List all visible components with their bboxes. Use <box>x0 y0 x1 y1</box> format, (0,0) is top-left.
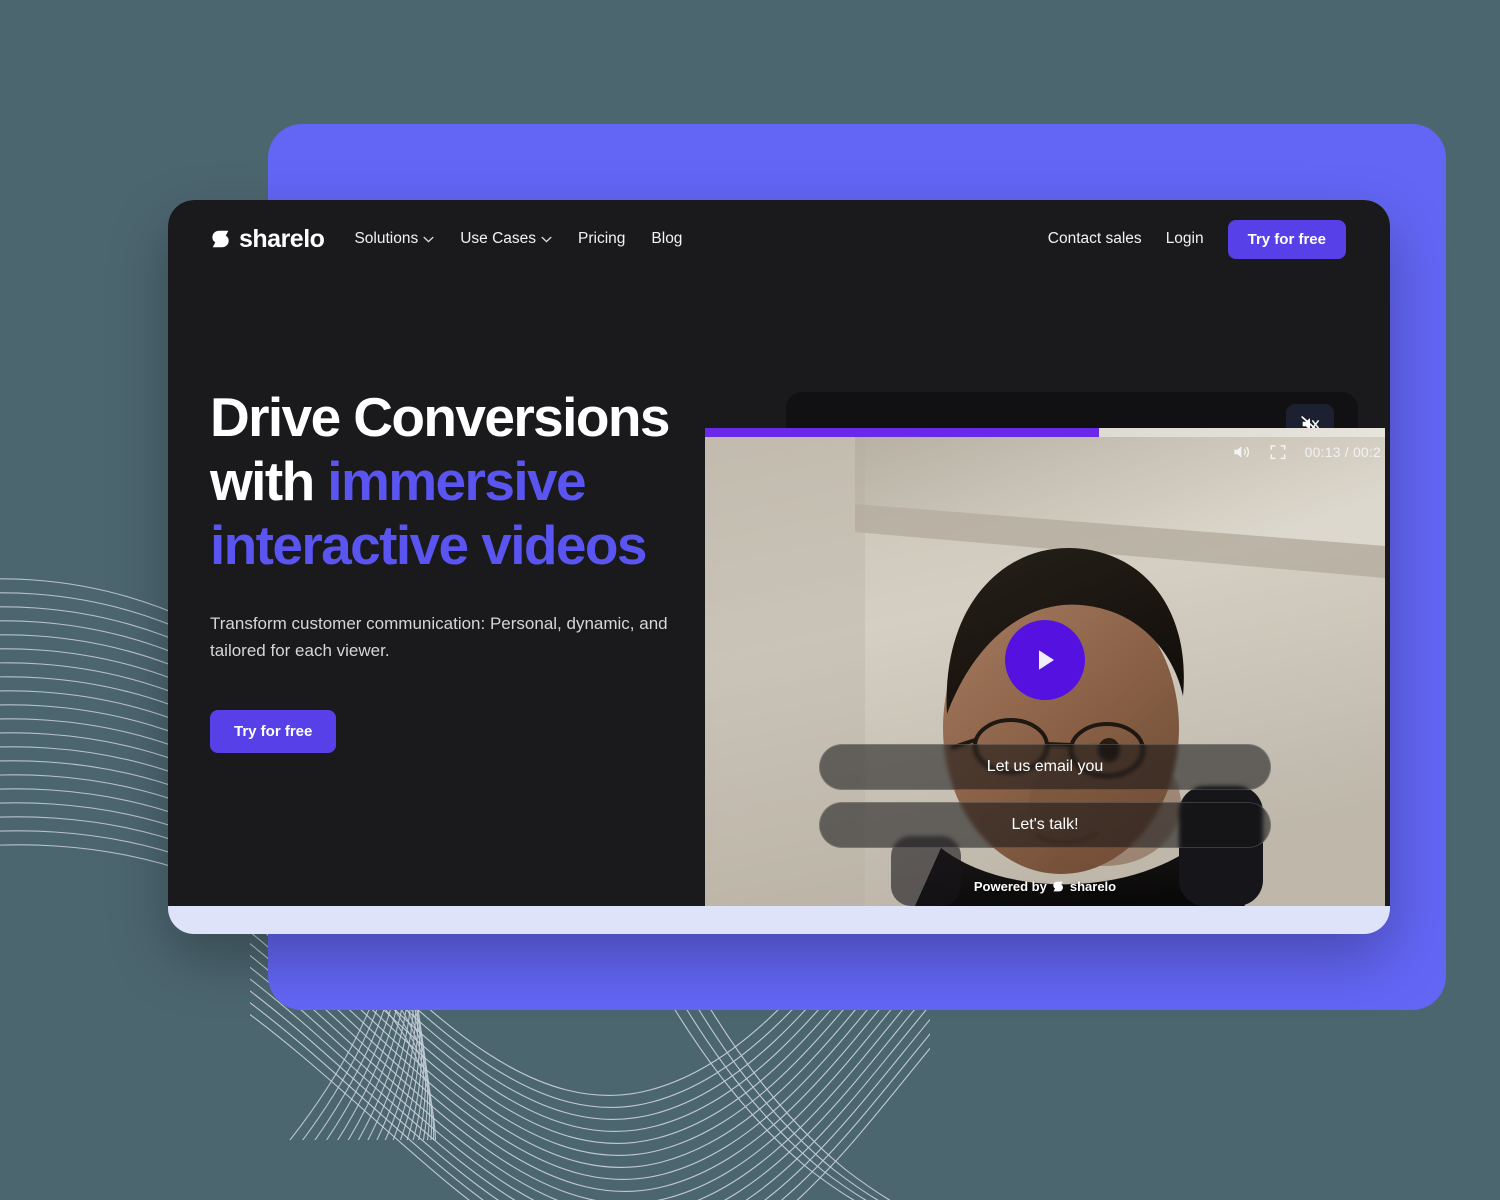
device-screen: sharelo Solutions Use Cases Pricing Blog… <box>168 200 1390 906</box>
nav-link-pricing[interactable]: Pricing <box>578 230 625 248</box>
brand-name: sharelo <box>239 224 325 253</box>
nav-link-label: Use Cases <box>460 230 537 247</box>
site-navbar: sharelo Solutions Use Cases Pricing Blog… <box>168 200 1390 278</box>
device-frame: sharelo Solutions Use Cases Pricing Blog… <box>168 200 1390 934</box>
nav-actions: Contact sales Login Try for free <box>1048 219 1346 259</box>
video-progress-bar[interactable] <box>705 428 1385 437</box>
headline-line-2-plain: with <box>210 449 328 512</box>
video-cta-stack: Let us email you Let's talk! <box>819 744 1271 848</box>
sharelo-logo-icon <box>1053 881 1063 892</box>
speaker-on-icon[interactable] <box>1231 442 1251 462</box>
try-for-free-nav-button[interactable]: Try for free <box>1227 219 1346 259</box>
powered-by-label: Powered by <box>973 879 1047 894</box>
hero-section: Drive Conversions with immersive interac… <box>210 386 770 754</box>
contact-sales-link[interactable]: Contact sales <box>1048 230 1142 248</box>
chevron-down-icon <box>423 236 434 243</box>
page-stage: sharelo Solutions Use Cases Pricing Blog… <box>0 0 1500 1200</box>
powered-by-brand: sharelo <box>1069 879 1117 894</box>
hero-subtitle: Transform customer communication: Person… <box>210 614 668 660</box>
try-for-free-hero-button[interactable]: Try for free <box>210 710 337 754</box>
fullscreen-icon[interactable] <box>1268 442 1288 462</box>
nav-link-label: Solutions <box>354 230 419 247</box>
video-controls: 00:13 / 00:2 <box>1231 442 1385 462</box>
brand-logo[interactable]: sharelo <box>210 224 325 254</box>
login-link[interactable]: Login <box>1166 230 1204 248</box>
page-title: Drive Conversions with immersive interac… <box>210 386 770 577</box>
video-progress-fill <box>705 428 1100 437</box>
play-icon <box>1039 650 1054 670</box>
headline-line-3-accent: interactive videos <box>210 513 647 576</box>
video-time-label: 00:13 / 00:2 <box>1304 444 1381 460</box>
video-player[interactable]: 00:13 / 00:2 Let us email you Let's talk… <box>705 428 1385 906</box>
play-button[interactable] <box>1005 619 1085 700</box>
nav-links: Solutions Use Cases Pricing Blog <box>354 230 682 248</box>
cta-lets-talk[interactable]: Let's talk! <box>819 802 1271 848</box>
nav-link-blog[interactable]: Blog <box>651 230 682 248</box>
chevron-down-icon <box>541 236 552 243</box>
nav-link-solutions[interactable]: Solutions <box>354 230 434 248</box>
powered-by-badge: Powered by sharelo <box>974 879 1116 894</box>
headline-line-2-accent: immersive <box>327 449 586 512</box>
headline-line-1: Drive Conversions <box>210 386 670 448</box>
cta-let-us-email-you[interactable]: Let us email you <box>819 744 1271 790</box>
nav-link-use-cases[interactable]: Use Cases <box>460 230 552 248</box>
sharelo-logo-icon <box>212 230 229 248</box>
